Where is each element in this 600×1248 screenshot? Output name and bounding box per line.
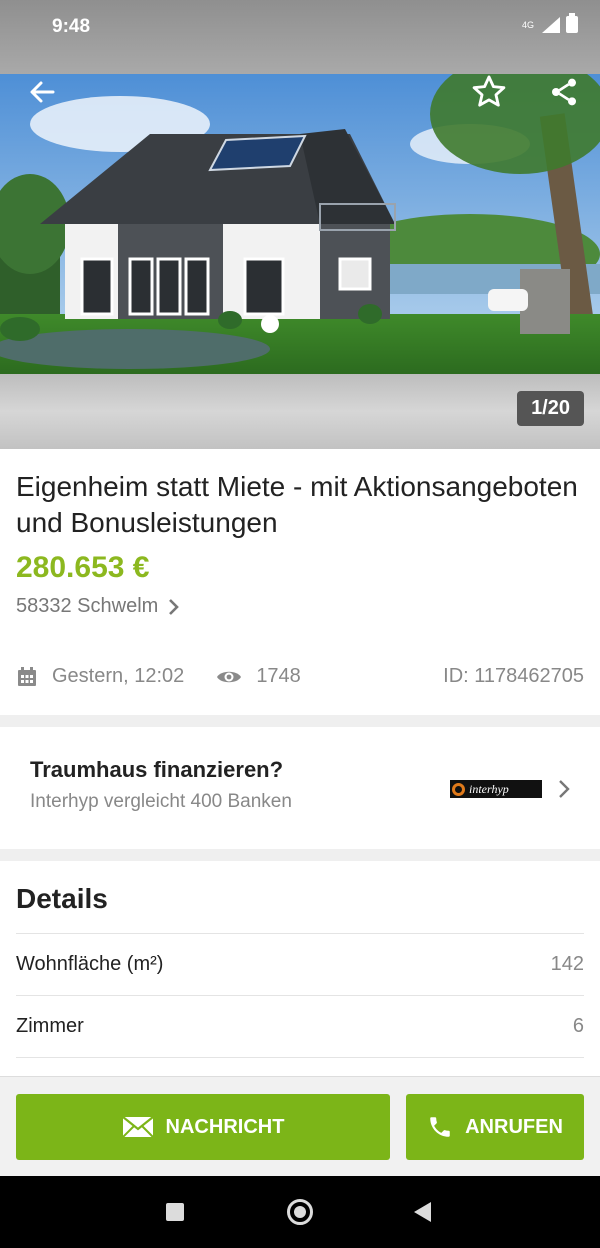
logo-text: interhyp — [469, 781, 509, 796]
image-counter: 1/20 — [517, 391, 584, 426]
detail-value: 6 — [572, 1015, 584, 1037]
envelope-icon — [121, 1116, 154, 1138]
interhyp-logo: interhyp — [450, 780, 542, 798]
detail-value: 142 — [550, 953, 584, 975]
financing-banner[interactable]: Traumhaus finanzieren? Interhyp vergleic… — [0, 727, 600, 849]
section-divider — [0, 715, 600, 727]
status-icons: 4G — [521, 13, 578, 33]
detail-row: Zimmer 6 — [16, 996, 584, 1058]
star-icon — [472, 75, 506, 107]
section-divider — [0, 849, 600, 861]
message-button[interactable]: NACHRICHT — [16, 1094, 390, 1160]
eye-icon — [217, 671, 242, 682]
home-button[interactable] — [287, 1199, 313, 1225]
listing-price: 280.653 € — [16, 551, 150, 584]
listing-title: Eigenheim statt Miete - mit Aktionsangeb… — [16, 471, 578, 538]
detail-label: Zimmer — [16, 1015, 84, 1037]
calendar-icon — [18, 666, 36, 686]
view-count: 1748 — [256, 665, 301, 687]
chevron-right-icon — [559, 780, 570, 798]
listing-date: Gestern, 12:02 — [52, 665, 185, 687]
status-bar: 9:48 4G — [0, 0, 600, 74]
share-button[interactable] — [540, 74, 588, 116]
network-type: 4G — [521, 19, 534, 30]
back-arrow-icon — [30, 81, 55, 103]
detail-row: Wohnfläche (m²) 142 — [16, 934, 584, 996]
location-text: 58332 Schwelm — [16, 595, 159, 617]
system-navigation-bar — [0, 1176, 600, 1248]
contact-action-bar: NACHRICHT ANRUFEN — [0, 1076, 600, 1176]
detail-label: Wohnfläche (m²) — [16, 953, 164, 975]
status-time: 9:48 — [52, 16, 91, 37]
date-item: Gestern, 12:02 — [16, 665, 184, 688]
share-icon — [552, 78, 576, 106]
message-button-label: NACHRICHT — [165, 1115, 285, 1138]
details-heading: Details — [16, 861, 584, 934]
call-button[interactable]: ANRUFEN — [406, 1094, 584, 1160]
logo-ring-icon — [452, 782, 465, 796]
chevron-right-icon — [169, 598, 180, 615]
call-button-label: ANRUFEN — [465, 1115, 563, 1138]
listing-header: Eigenheim statt Miete - mit Aktionsangeb… — [0, 449, 600, 715]
recents-button[interactable] — [166, 1203, 184, 1221]
details-section: Details Wohnfläche (m²) 142 Zimmer 6 — [0, 861, 600, 1076]
house-photo-illustration — [0, 74, 600, 374]
views-item: 1748 — [216, 665, 301, 688]
back-button[interactable] — [18, 74, 66, 116]
system-back-button[interactable] — [414, 1202, 431, 1222]
gallery-footer: 1/20 — [0, 374, 600, 449]
location-link[interactable]: 58332 Schwelm — [16, 595, 584, 618]
battery-icon — [566, 13, 578, 33]
signal-icon — [542, 16, 560, 33]
listing-id: ID: 1178462705 — [443, 665, 584, 687]
listing-meta: Gestern, 12:02 1748 ID: 1178462705 — [16, 665, 584, 688]
phone-icon — [430, 1117, 450, 1137]
listing-photo[interactable] — [0, 74, 600, 374]
favorite-button[interactable] — [465, 74, 513, 116]
